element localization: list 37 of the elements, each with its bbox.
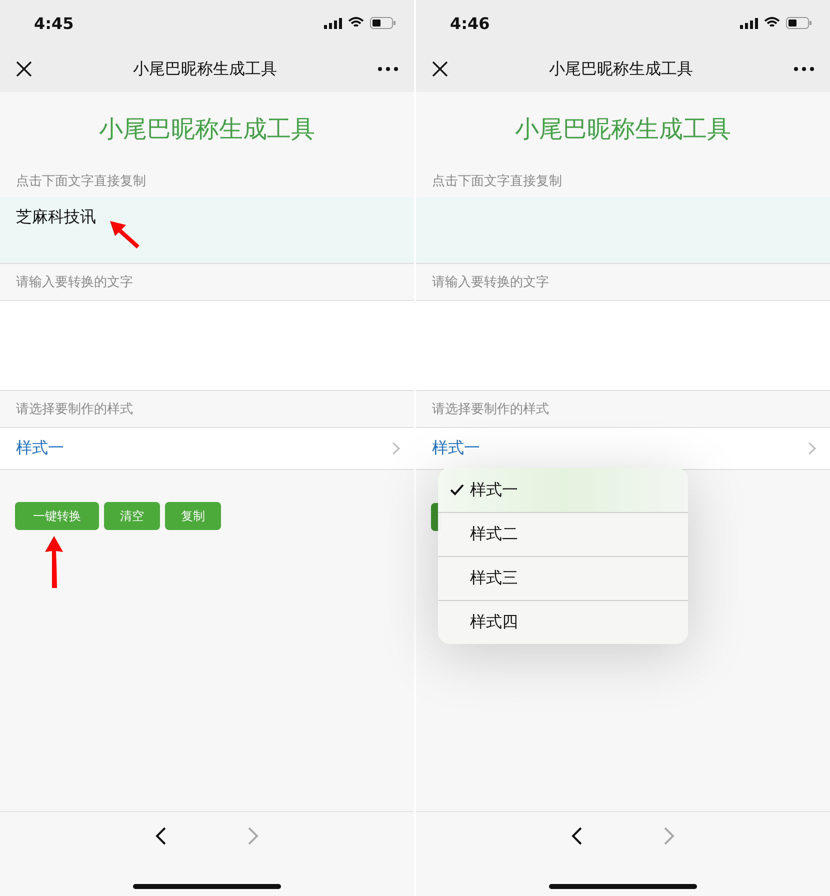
signal-icon	[324, 18, 342, 28]
section-label: 请选择要制作的样式	[16, 401, 133, 418]
style-select[interactable]: 样式一	[416, 427, 830, 470]
section-label: 点击下面文字直接复制	[432, 173, 562, 190]
result-area[interactable]: 芝麻科技讯	[0, 197, 414, 264]
menu-option[interactable]: 样式一	[438, 468, 688, 512]
status-time: 4:45	[34, 14, 74, 32]
style-select[interactable]: 样式一	[0, 427, 414, 470]
menu-option[interactable]: 样式二	[438, 512, 688, 556]
section-label: 请输入要转换的文字	[16, 274, 133, 291]
wifi-icon	[348, 17, 364, 29]
check-icon	[450, 484, 464, 496]
signal-icon	[740, 18, 758, 28]
section-label: 请输入要转换的文字	[432, 274, 549, 291]
wifi-icon	[764, 17, 780, 29]
close-icon[interactable]	[432, 61, 448, 77]
close-icon[interactable]	[16, 61, 32, 77]
chevron-icon	[808, 442, 816, 455]
battery-icon	[786, 17, 812, 29]
result-text[interactable]: 芝麻科技讯	[16, 207, 96, 228]
back-icon[interactable]	[571, 826, 583, 846]
menu-option[interactable]: 样式四	[438, 600, 688, 644]
section-label: 点击下面文字直接复制	[16, 173, 146, 190]
chevron-icon	[392, 442, 400, 455]
nav-title: 小尾巴昵称生成工具	[549, 58, 693, 80]
more-icon[interactable]	[794, 67, 814, 71]
section-label: 请选择要制作的样式	[432, 401, 549, 418]
page-heading: 小尾巴昵称生成工具	[99, 114, 315, 144]
text-input-field[interactable]	[0, 300, 414, 391]
back-icon[interactable]	[155, 826, 167, 846]
page-heading: 小尾巴昵称生成工具	[515, 114, 731, 144]
text-input-field[interactable]	[416, 300, 830, 391]
menu-option[interactable]: 样式三	[438, 556, 688, 600]
status-time: 4:46	[450, 14, 490, 32]
battery-icon	[370, 17, 396, 29]
nav-title: 小尾巴昵称生成工具	[133, 58, 277, 80]
more-icon[interactable]	[378, 67, 398, 71]
